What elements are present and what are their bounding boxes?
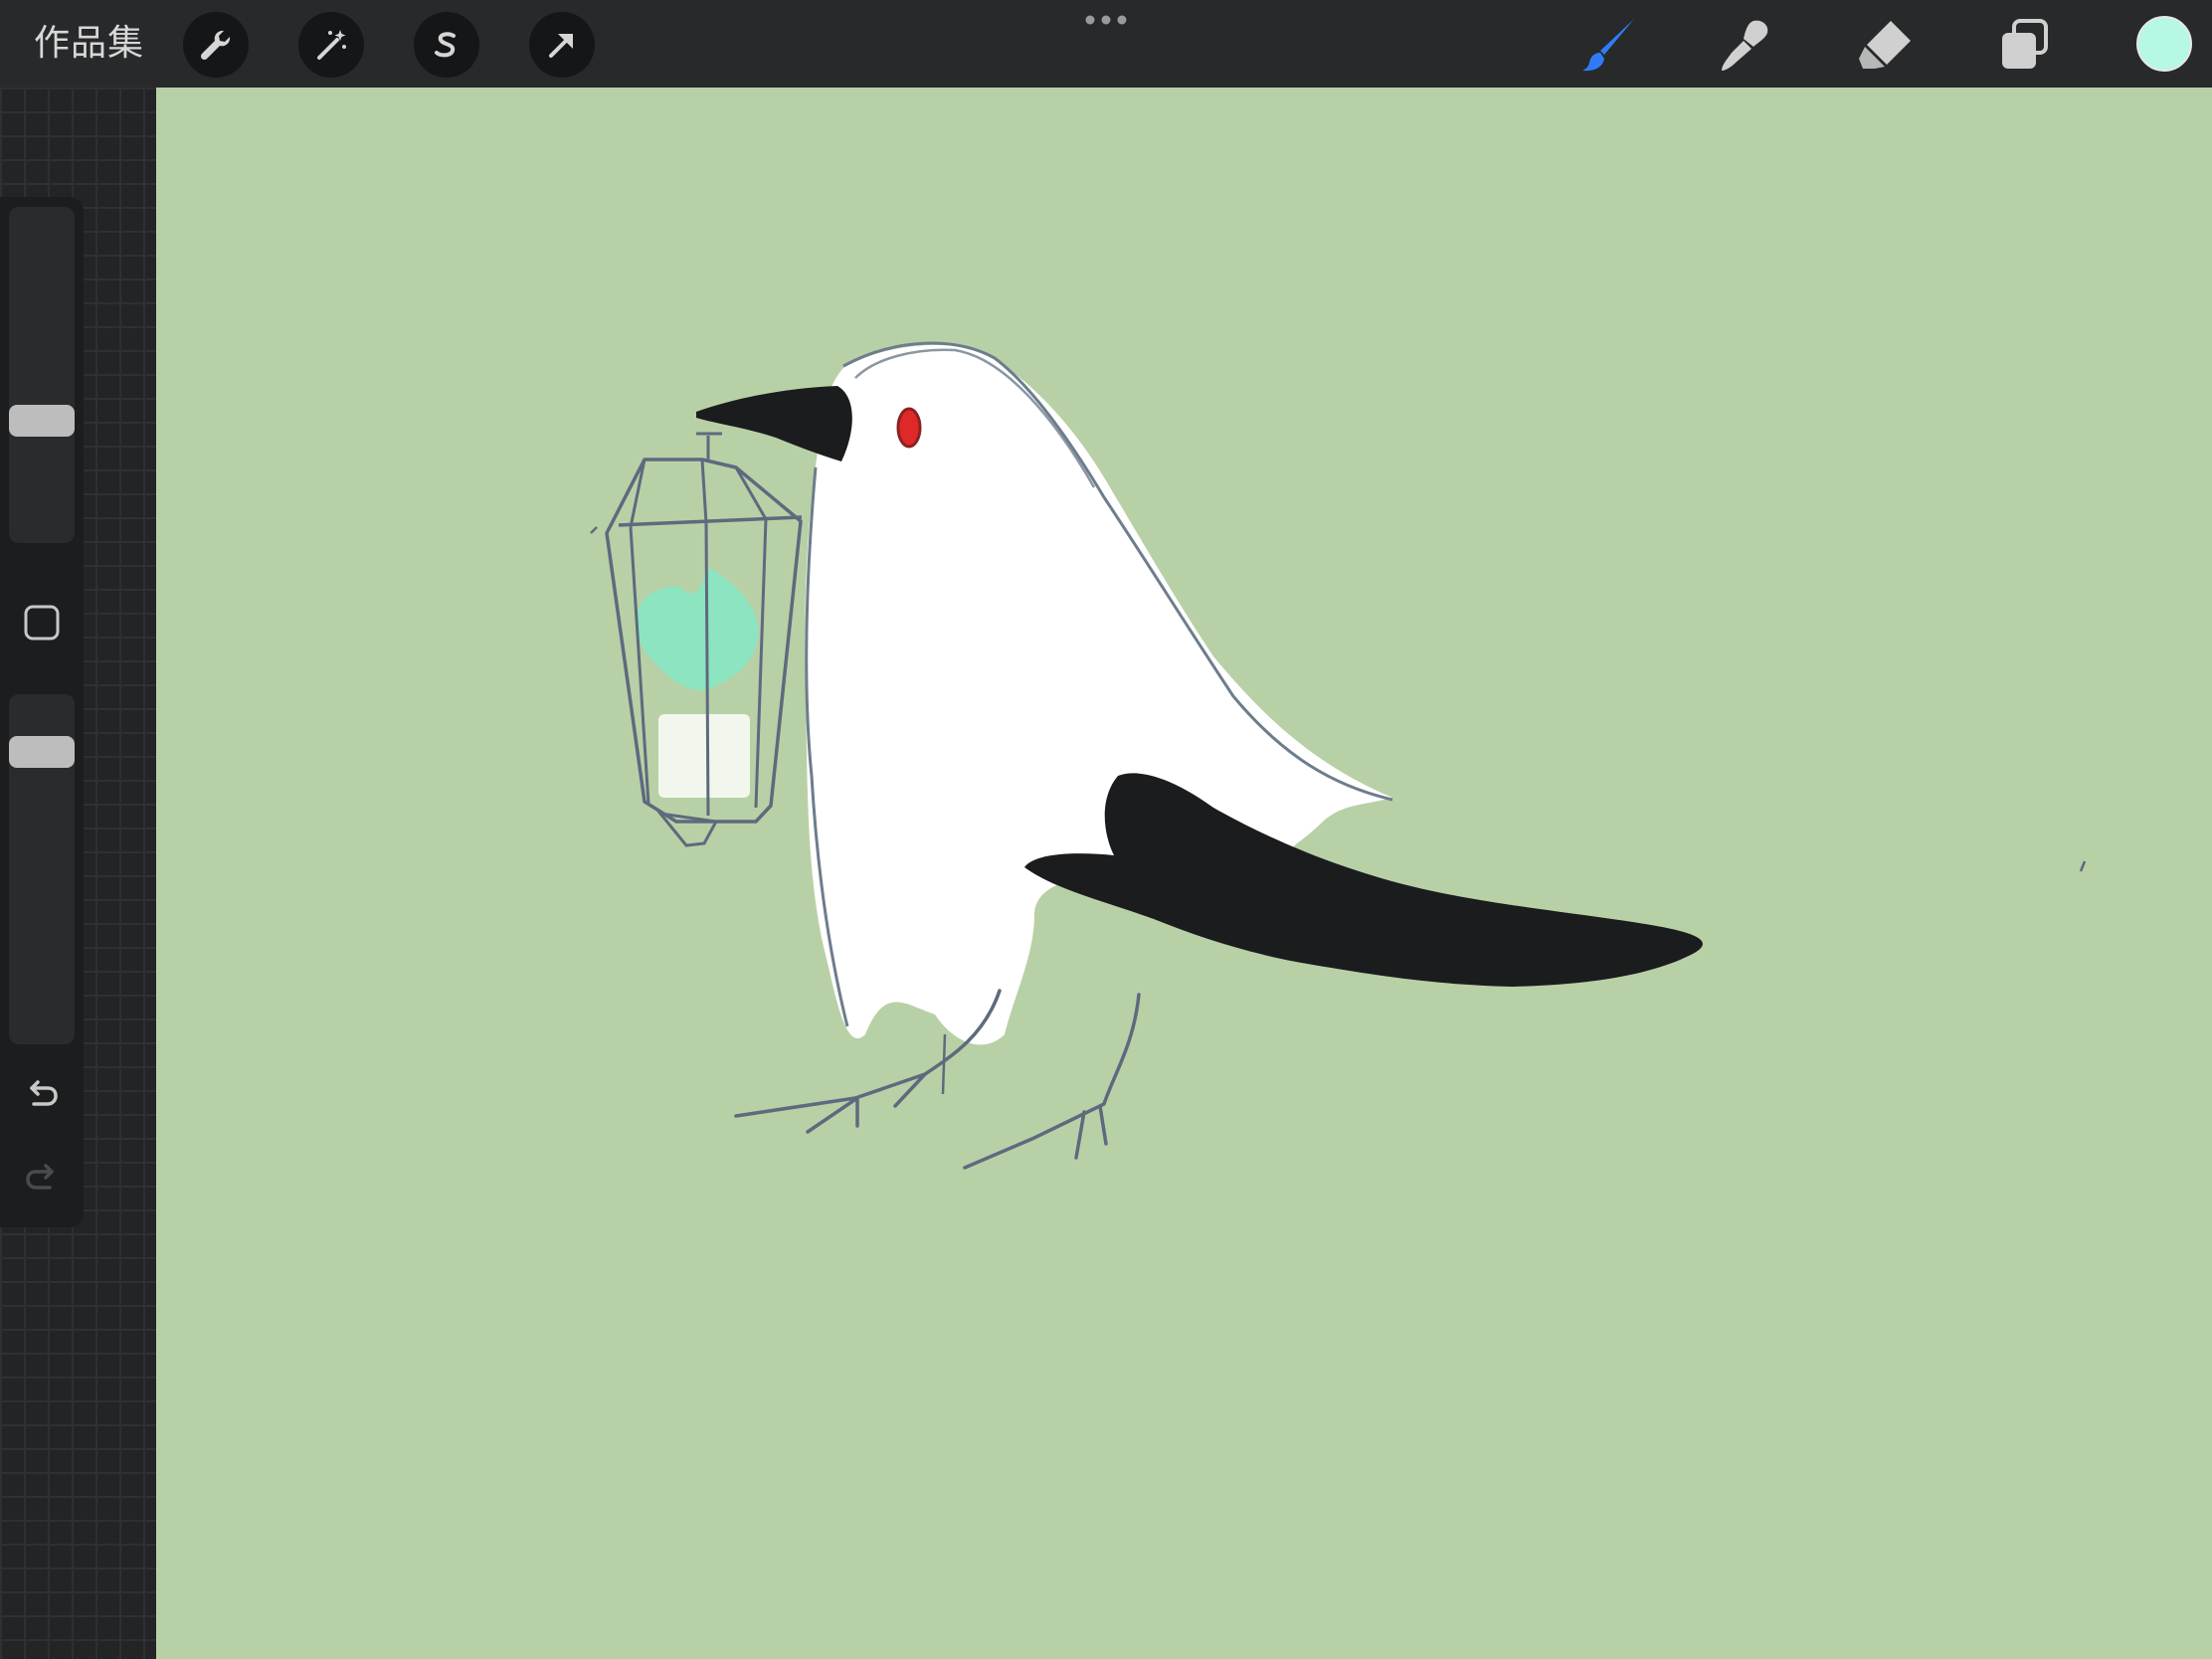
- drawing-canvas[interactable]: [156, 88, 2212, 1659]
- sidebar: [0, 197, 84, 1227]
- smudge-icon: [1722, 20, 1768, 71]
- brush-tool-button[interactable]: [1573, 10, 1643, 80]
- opacity-slider-thumb[interactable]: [9, 735, 75, 768]
- layers-button[interactable]: [1989, 10, 2059, 80]
- modify-button[interactable]: [14, 595, 70, 650]
- smudge-tool-button[interactable]: [1711, 10, 1780, 80]
- opacity-slider[interactable]: [9, 694, 75, 1044]
- brush-size-slider-thumb[interactable]: [9, 404, 75, 437]
- actions-button[interactable]: [183, 12, 249, 78]
- color-swatch[interactable]: [2136, 16, 2192, 72]
- eraser-tool-button[interactable]: [1850, 10, 1920, 80]
- layers-icon: [2002, 19, 2048, 69]
- selection-button[interactable]: [414, 12, 479, 78]
- undo-button[interactable]: [14, 1066, 70, 1122]
- arrow-cursor-icon: [549, 34, 573, 58]
- eraser-icon: [1859, 21, 1911, 69]
- redo-button[interactable]: [14, 1150, 70, 1205]
- magic-wand-icon: [317, 30, 346, 60]
- undo-icon: [30, 1080, 58, 1106]
- brush-size-slider[interactable]: [9, 207, 75, 543]
- brush-icon: [1582, 19, 1634, 72]
- gallery-button[interactable]: 作品集: [34, 18, 144, 70]
- more-dots-icon[interactable]: [1082, 12, 1130, 28]
- square-icon: [24, 605, 60, 641]
- top-toolbar: 作品集: [0, 0, 2212, 88]
- wrench-icon: [200, 30, 231, 61]
- transform-button[interactable]: [529, 12, 595, 78]
- redo-icon: [26, 1164, 54, 1190]
- adjustments-button[interactable]: [298, 12, 364, 78]
- ghost-crow-illustration: [590, 341, 2087, 1170]
- selection-s-icon: [435, 32, 456, 58]
